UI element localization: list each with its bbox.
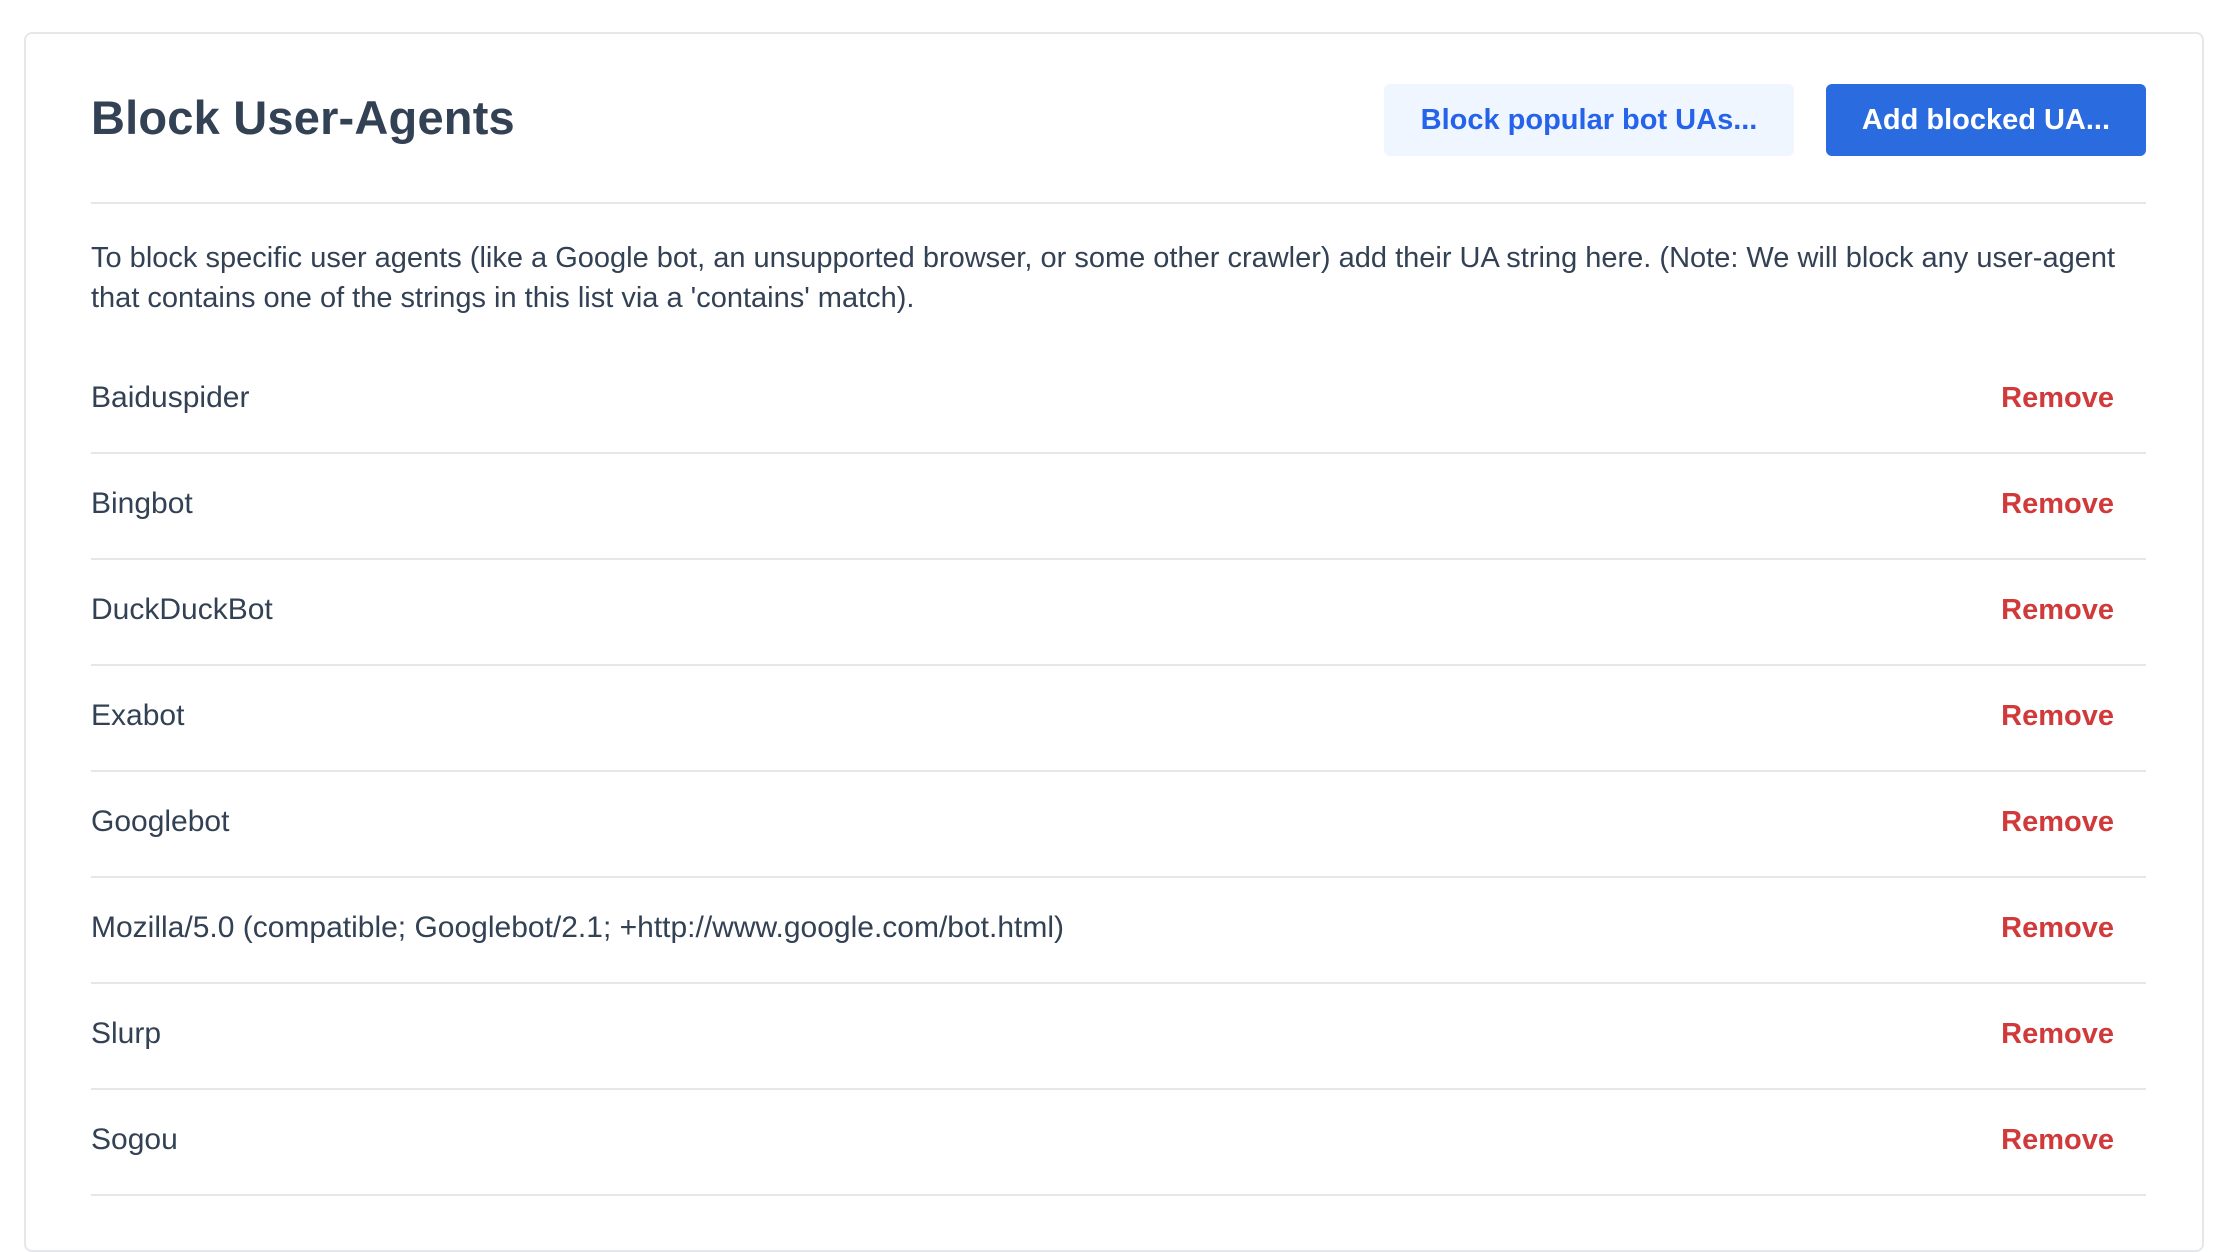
list-item: Sogou Remove <box>91 1090 2146 1196</box>
card-header: Block User-Agents Block popular bot UAs.… <box>91 34 2146 204</box>
ua-string: DuckDuckBot <box>91 593 273 626</box>
ua-string: Slurp <box>91 1017 162 1050</box>
list-item: DuckDuckBot Remove <box>91 560 2146 666</box>
list-item: Bingbot Remove <box>91 454 2146 560</box>
ua-string: Sogou <box>91 1123 178 1156</box>
remove-button[interactable]: Remove <box>2001 590 2114 630</box>
remove-button[interactable]: Remove <box>2001 908 2114 948</box>
remove-button[interactable]: Remove <box>2001 1120 2114 1160</box>
page-title: Block User-Agents <box>91 91 515 144</box>
ua-string: Baiduspider <box>91 381 250 414</box>
block-popular-bot-uas-button[interactable]: Block popular bot UAs... <box>1384 84 1794 156</box>
blocked-ua-list: Baiduspider Remove Bingbot Remove DuckDu… <box>91 348 2146 1196</box>
remove-button[interactable]: Remove <box>2001 378 2114 418</box>
list-item: Baiduspider Remove <box>91 348 2146 454</box>
list-item: Googlebot Remove <box>91 772 2146 878</box>
ua-string: Exabot <box>91 699 185 732</box>
remove-button[interactable]: Remove <box>2001 802 2114 842</box>
block-user-agents-card: Block User-Agents Block popular bot UAs.… <box>24 32 2204 1252</box>
list-item: Slurp Remove <box>91 984 2146 1090</box>
remove-button[interactable]: Remove <box>2001 696 2114 736</box>
list-item: Exabot Remove <box>91 666 2146 772</box>
list-item: Mozilla/5.0 (compatible; Googlebot/2.1; … <box>91 878 2146 984</box>
ua-string: Mozilla/5.0 (compatible; Googlebot/2.1; … <box>91 911 1064 944</box>
ua-string: Bingbot <box>91 487 193 520</box>
ua-string: Googlebot <box>91 805 230 838</box>
add-blocked-ua-button[interactable]: Add blocked UA... <box>1826 84 2146 156</box>
remove-button[interactable]: Remove <box>2001 1014 2114 1054</box>
remove-button[interactable]: Remove <box>2001 484 2114 524</box>
description-text: To block specific user agents (like a Go… <box>91 242 2116 314</box>
card-content: Block User-Agents Block popular bot UAs.… <box>91 34 2146 1196</box>
